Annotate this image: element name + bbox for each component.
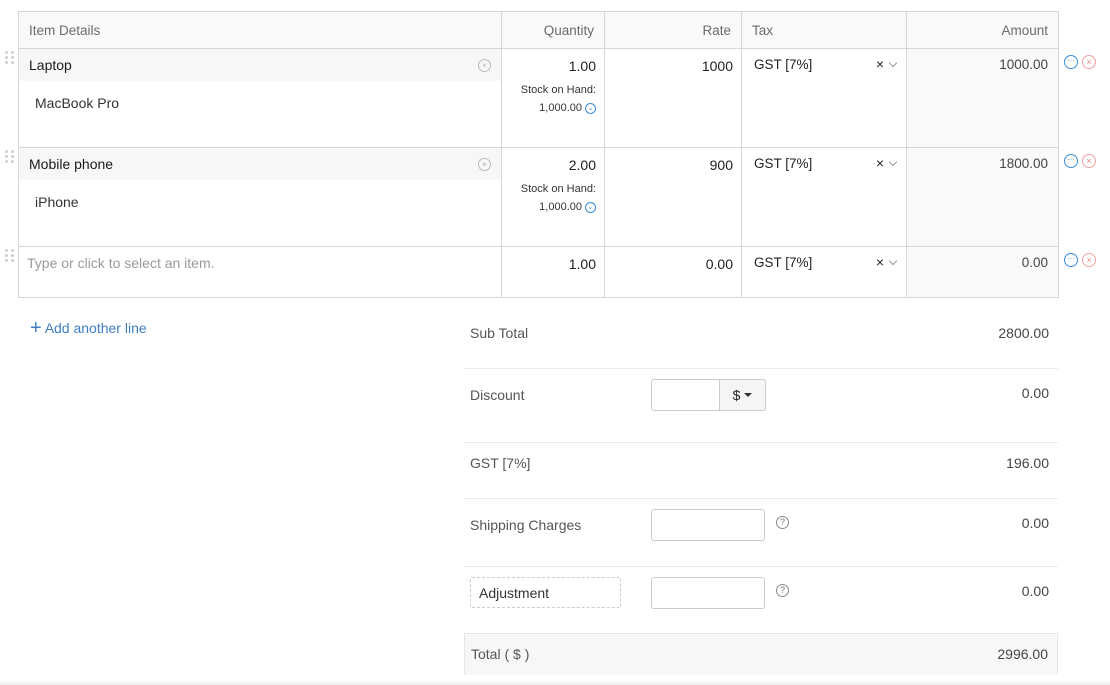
discount-unit-value: $ xyxy=(732,387,741,403)
help-icon[interactable]: ? xyxy=(776,584,789,597)
adjustment-value: 0.00 xyxy=(1021,583,1049,599)
total-value: 2996.00 xyxy=(997,646,1048,662)
amount-cell: 1000.00 xyxy=(906,48,1059,148)
quantity-value[interactable]: 1.00 xyxy=(510,58,596,74)
rate-cell[interactable]: 900 xyxy=(604,147,742,247)
tax-select[interactable]: GST [7%] × xyxy=(741,48,907,148)
item-name: Laptop xyxy=(29,57,72,73)
plus-icon: + xyxy=(30,317,42,339)
sub-total-label: Sub Total xyxy=(470,325,529,341)
quantity-cell[interactable]: 1.00 Stock on Hand: 1,000.00 ⌄ xyxy=(501,48,605,148)
item-cell[interactable]: Type or click to select an item. xyxy=(18,246,502,298)
more-options-icon[interactable]: ··· xyxy=(1064,55,1078,69)
item-name-field[interactable]: Mobile phone × xyxy=(19,148,501,180)
drag-handle-icon[interactable] xyxy=(5,51,15,64)
header-quantity: Quantity xyxy=(501,11,605,49)
item-search-input[interactable]: Type or click to select an item. xyxy=(19,247,501,279)
tax-value: GST [7%] xyxy=(754,156,813,171)
tax-clear-icon[interactable]: × xyxy=(876,156,884,170)
adjustment-label-input[interactable]: Adjustment xyxy=(470,577,621,608)
row-actions: ··· × xyxy=(1064,154,1096,168)
tax-select[interactable]: GST [7%] × xyxy=(741,147,907,247)
chevron-down-circle-icon[interactable]: ⌄ xyxy=(585,102,596,114)
stock-on-hand-label: Stock on Hand: xyxy=(520,84,596,96)
caret-down-icon xyxy=(744,393,753,397)
shipping-label: Shipping Charges xyxy=(470,517,582,533)
gst-row: GST [7%] 196.00 xyxy=(464,443,1058,499)
total-row: Total ( $ ) 2996.00 xyxy=(464,633,1058,675)
header-rate: Rate xyxy=(604,11,742,49)
amount-cell: 1800.00 xyxy=(906,147,1059,247)
table-row: Mobile phone × iPhone 2.00 Stock on Hand… xyxy=(18,147,1059,247)
stock-on-hand-label: Stock on Hand: xyxy=(520,183,596,195)
total-label: Total ( $ ) xyxy=(471,646,530,662)
header-tax: Tax xyxy=(741,11,907,49)
shipping-charges-input[interactable] xyxy=(651,509,765,541)
stock-on-hand: 1,000.00 ⌄ xyxy=(539,201,596,213)
tax-clear-icon[interactable]: × xyxy=(876,57,884,71)
rate-cell[interactable]: 0.00 xyxy=(604,246,742,298)
drag-handle-icon[interactable] xyxy=(5,150,15,163)
add-another-line-button[interactable]: + Add another line xyxy=(30,317,147,339)
table-header-row: Item Details Quantity Rate Tax Amount xyxy=(18,11,1059,49)
sub-total-value: 2800.00 xyxy=(998,325,1049,341)
stock-on-hand-value: 1,000.00 xyxy=(539,201,582,213)
row-actions: ··· × xyxy=(1064,253,1096,267)
totals-section: Sub Total 2800.00 Discount $ 0.00 GST [7… xyxy=(464,312,1058,675)
adjustment-input[interactable] xyxy=(651,577,765,609)
item-cell[interactable]: Laptop × MacBook Pro xyxy=(18,48,502,148)
header-amount: Amount xyxy=(906,11,1059,49)
stock-on-hand-value: 1,000.00 xyxy=(539,102,582,114)
gst-label: GST [7%] xyxy=(470,455,531,471)
rate-cell[interactable]: 1000 xyxy=(604,48,742,148)
items-table: Item Details Quantity Rate Tax Amount La… xyxy=(18,11,1059,298)
item-cell[interactable]: Mobile phone × iPhone xyxy=(18,147,502,247)
shipping-row: Shipping Charges ? 0.00 xyxy=(464,499,1058,567)
row-actions: ··· × xyxy=(1064,55,1096,69)
tax-clear-icon[interactable]: × xyxy=(876,255,884,269)
quantity-value[interactable]: 2.00 xyxy=(510,157,596,173)
item-description[interactable]: iPhone xyxy=(19,180,501,224)
discount-input[interactable] xyxy=(651,379,720,411)
item-name-field[interactable]: Laptop × xyxy=(19,49,501,81)
clear-item-icon[interactable]: × xyxy=(478,58,491,72)
amount-cell: 0.00 xyxy=(906,246,1059,298)
gst-value: 196.00 xyxy=(1006,455,1049,471)
chevron-down-icon[interactable] xyxy=(888,157,898,166)
more-options-icon[interactable]: ··· xyxy=(1064,253,1078,267)
tax-value: GST [7%] xyxy=(754,255,813,270)
tax-select[interactable]: GST [7%] × xyxy=(741,246,907,298)
add-another-line-label: Add another line xyxy=(44,320,147,336)
stock-on-hand: 1,000.00 ⌄ xyxy=(539,102,596,114)
tax-value: GST [7%] xyxy=(754,57,813,72)
discount-value: 0.00 xyxy=(1021,385,1049,401)
more-options-icon[interactable]: ··· xyxy=(1064,154,1078,168)
remove-row-icon[interactable]: × xyxy=(1082,55,1096,69)
chevron-down-icon[interactable] xyxy=(888,58,898,67)
remove-row-icon[interactable]: × xyxy=(1082,154,1096,168)
shipping-value: 0.00 xyxy=(1021,515,1049,531)
chevron-down-icon[interactable] xyxy=(888,256,898,265)
item-description[interactable]: MacBook Pro xyxy=(19,81,501,125)
quantity-cell[interactable]: 1.00 xyxy=(501,246,605,298)
sub-total-row: Sub Total 2800.00 xyxy=(464,312,1058,369)
table-row: Laptop × MacBook Pro 1.00 Stock on Hand:… xyxy=(18,48,1059,148)
bottom-divider xyxy=(0,680,1110,685)
discount-label: Discount xyxy=(470,387,525,403)
table-row: Type or click to select an item. 1.00 0.… xyxy=(18,246,1059,298)
adjustment-row: Adjustment ? 0.00 xyxy=(464,567,1058,633)
discount-unit-dropdown[interactable]: $ xyxy=(720,379,766,411)
drag-handle-icon[interactable] xyxy=(5,249,15,262)
remove-row-icon[interactable]: × xyxy=(1082,253,1096,267)
quantity-cell[interactable]: 2.00 Stock on Hand: 1,000.00 ⌄ xyxy=(501,147,605,247)
chevron-down-circle-icon[interactable]: ⌄ xyxy=(585,201,596,213)
clear-item-icon[interactable]: × xyxy=(478,157,491,171)
discount-row: Discount $ 0.00 xyxy=(464,369,1058,443)
help-icon[interactable]: ? xyxy=(776,516,789,529)
item-name: Mobile phone xyxy=(29,156,114,172)
discount-input-group: $ xyxy=(651,379,766,411)
header-item-details: Item Details xyxy=(18,11,502,49)
